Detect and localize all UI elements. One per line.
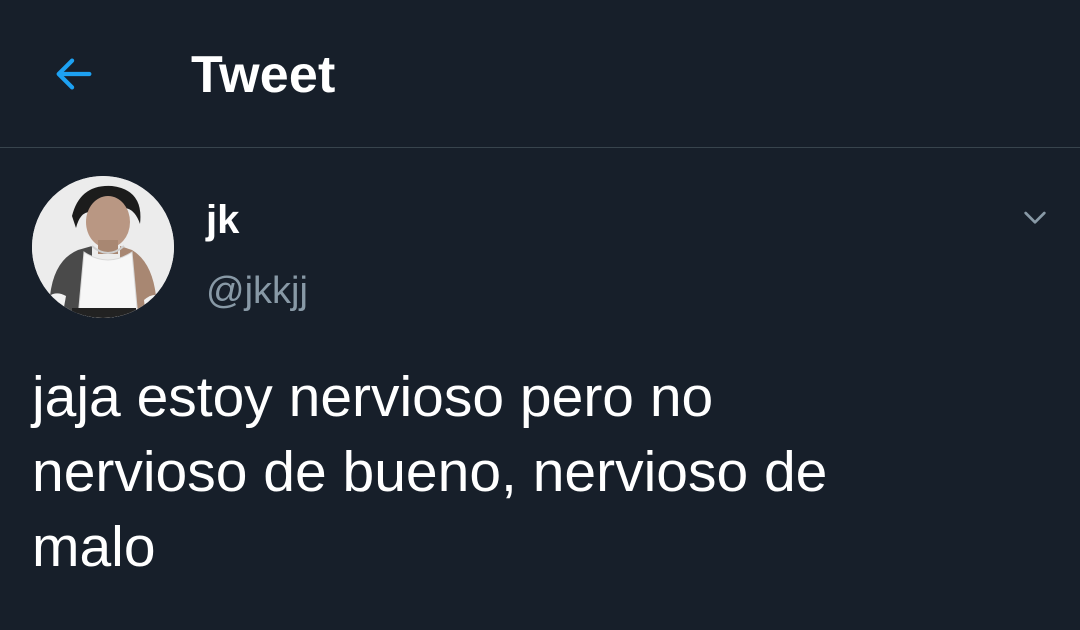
page-title: Tweet bbox=[191, 46, 336, 104]
user-avatar-image bbox=[32, 176, 174, 318]
arrow-left-icon bbox=[56, 58, 92, 90]
author-display-name[interactable]: jk bbox=[206, 196, 239, 244]
header-bar: Tweet bbox=[0, 0, 1080, 148]
back-button[interactable] bbox=[44, 46, 104, 102]
author-handle[interactable]: @jkkjj bbox=[206, 268, 308, 314]
tweet-menu-button[interactable] bbox=[1014, 196, 1056, 238]
avatar[interactable] bbox=[32, 176, 174, 318]
tweet-screen: Tweet jk @jkkjj jaja estoy nervioso pero… bbox=[0, 0, 1080, 630]
chevron-down-icon bbox=[1024, 211, 1046, 224]
tweet-text: jaja estoy nervioso pero no nervioso de … bbox=[32, 365, 828, 579]
